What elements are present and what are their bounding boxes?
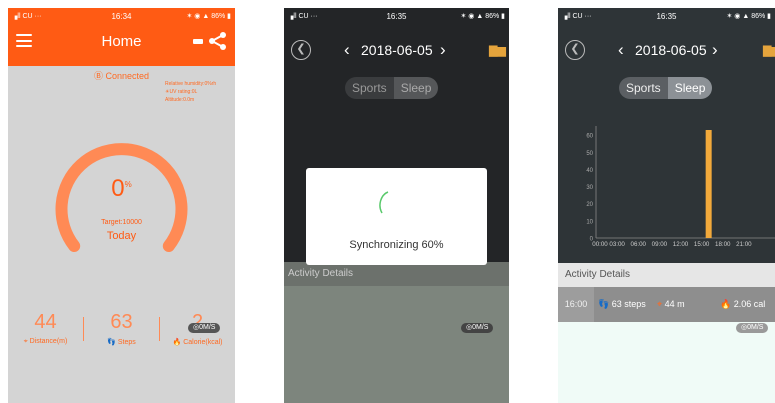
clock: 16:35 (656, 11, 677, 21)
device-battery-icon (193, 39, 203, 44)
status-bar: ▗ll CU ··· 16:34 ✶ ◉ ▲ 86% ▮ (8, 8, 235, 24)
sync-screen: ▗ll CU ··· 16:35 ✶ ◉ ▲ 86% ▮ ❮ ‹ 2018-06… (284, 8, 509, 403)
speed-badge: ◎0M/S (188, 323, 221, 333)
speed-badge: ◎0M/S (461, 323, 494, 333)
activity-details-header: Activity Details (558, 263, 775, 287)
steps-value: 63 (110, 311, 133, 333)
y-tick-label: 30 (586, 185, 593, 191)
activity-row[interactable]: 16:00 👣 63 steps ⌖ 44 m 🔥 2.06 cal (558, 287, 775, 322)
distance-label: ⌖ Distance(m) (23, 338, 68, 345)
x-tick-label: 09:00 (652, 241, 668, 248)
details-list (284, 286, 509, 403)
date-label: 2018-06-05 (635, 42, 707, 58)
x-tick-label: 12:00 (673, 241, 689, 248)
share-icon[interactable] (208, 31, 228, 51)
bar-chart-icon[interactable]: ▇▆ (489, 44, 506, 57)
details-list (558, 322, 775, 403)
distance-stat: 44 ⌖ Distance(m) (8, 311, 83, 346)
row-steps: 👣 63 steps (598, 299, 646, 309)
step-target: Target:10000 (101, 219, 142, 226)
flame-icon: 🔥 (720, 299, 732, 309)
footprints-icon: 👣 (598, 299, 610, 309)
tab-sports[interactable]: Sports (619, 77, 668, 99)
x-tick-label: 00:00 (592, 241, 608, 248)
distance-value: 44 (34, 311, 57, 333)
footprints-icon: 👣 (107, 339, 118, 346)
status-bar: ▗ll CU ··· 16:35 ✶ ◉ ▲ 86% ▮ (284, 8, 509, 24)
speed-badge: ◎0M/S (736, 323, 769, 333)
date-label: 2018-06-05 (361, 42, 433, 58)
uv-text: ☀UV rating:0L (165, 89, 198, 95)
environment-info: Relative humidity:0%rh ☀UV rating:0L Alt… (165, 80, 216, 104)
activity-bar-chart: 010203040506000:00 03:00 06:00 09:00 12:00 15… (586, 126, 775, 248)
progress-percent: 0% (111, 175, 132, 202)
humidity-text: Relative humidity:0%rh (165, 81, 217, 87)
steps-label: 👣 Steps (107, 339, 136, 346)
sync-progress-text: Synchronizing 60% (349, 239, 444, 251)
y-tick-label: 20 (586, 202, 593, 208)
flame-icon: 🔥 (172, 339, 184, 346)
x-tick-label: 06:00 (631, 241, 647, 248)
row-distance: ⌖ 44 m (657, 299, 685, 309)
y-tick-label: 60 (586, 134, 593, 140)
app-header: ▗ll CU ··· 16:34 ✶ ◉ ▲ 86% ▮ Home (8, 8, 235, 66)
prev-date-button[interactable]: ‹ (618, 40, 624, 60)
tab-sleep[interactable]: Sleep (393, 77, 439, 99)
home-screen: ▗ll CU ··· 16:34 ✶ ◉ ▲ 86% ▮ Home Ⓑ Conn… (8, 8, 235, 403)
loading-spinner-icon (379, 191, 389, 214)
period-label: Today (106, 230, 137, 242)
y-tick-label: 40 (586, 168, 593, 174)
y-tick-label: 10 (586, 219, 593, 225)
next-date-button[interactable]: › (712, 40, 718, 60)
prev-date-button[interactable]: ‹ (344, 40, 350, 60)
bar-chart-icon[interactable]: ▇▆ (763, 44, 775, 57)
back-button[interactable]: ❮ (291, 40, 311, 60)
row-time: 16:00 (558, 287, 594, 322)
activity-bar (705, 130, 712, 238)
calorie-label: 🔥 Calorie(kcal) (172, 339, 223, 346)
mode-toggle: Sports Sleep (619, 77, 713, 99)
bluetooth-icon: Ⓑ (93, 71, 106, 81)
tab-sports[interactable]: Sports (345, 77, 394, 99)
x-tick-label: 03:00 (609, 241, 625, 248)
mode-toggle: Sports Sleep (345, 77, 439, 99)
location-icon: ⌖ (657, 299, 663, 309)
clock: 16:35 (386, 11, 407, 21)
altitude-text: Altitude:0.0m (165, 97, 195, 103)
status-bar: ▗ll CU ··· 16:35 ✶ ◉ ▲ 86% ▮ (558, 8, 775, 24)
x-tick-label: 18:00 (715, 241, 731, 248)
tab-sleep[interactable]: Sleep (667, 77, 713, 99)
stats-row: 44 ⌖ Distance(m) 63 👣 Steps 2 🔥 Calorie(… (8, 311, 235, 356)
row-calories: 🔥 2.06 cal (720, 299, 766, 309)
y-tick-label: 50 (586, 151, 593, 157)
activity-details-header: Activity Details (284, 262, 509, 286)
back-button[interactable]: ❮ (565, 40, 585, 60)
x-tick-label: 15:00 (694, 241, 710, 248)
clock: 16:34 (111, 11, 132, 21)
steps-stat: 63 👣 Steps (84, 311, 159, 346)
next-date-button[interactable]: › (440, 40, 446, 60)
x-tick-label: 21:00 (736, 241, 752, 248)
sleep-chart-screen: ▗ll CU ··· 16:35 ✶ ◉ ▲ 86% ▮ ❮ ‹ 2018-06… (558, 8, 775, 403)
